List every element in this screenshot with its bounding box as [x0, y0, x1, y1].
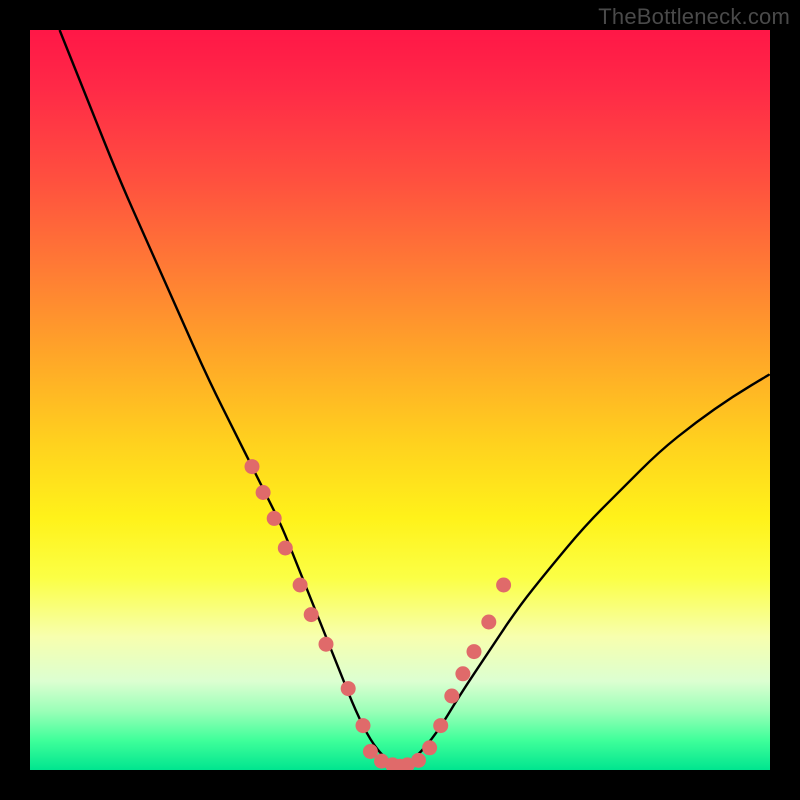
data-marker	[422, 740, 437, 755]
watermark-text: TheBottleneck.com	[598, 4, 790, 30]
data-marker	[356, 718, 371, 733]
data-marker	[304, 607, 319, 622]
data-marker	[293, 578, 308, 593]
data-marker	[467, 644, 482, 659]
data-marker	[267, 511, 282, 526]
chart-container: TheBottleneck.com	[0, 0, 800, 800]
data-marker	[245, 459, 260, 474]
data-marker	[496, 578, 511, 593]
data-marker	[433, 718, 448, 733]
data-marker	[319, 637, 334, 652]
data-marker	[455, 666, 470, 681]
curve-layer	[30, 30, 770, 770]
data-marker	[256, 485, 271, 500]
data-marker	[481, 615, 496, 630]
plot-area	[30, 30, 770, 770]
data-marker	[341, 681, 356, 696]
data-marker	[444, 689, 459, 704]
data-marker	[411, 753, 426, 768]
bottleneck-curve	[60, 30, 770, 764]
data-marker	[278, 541, 293, 556]
